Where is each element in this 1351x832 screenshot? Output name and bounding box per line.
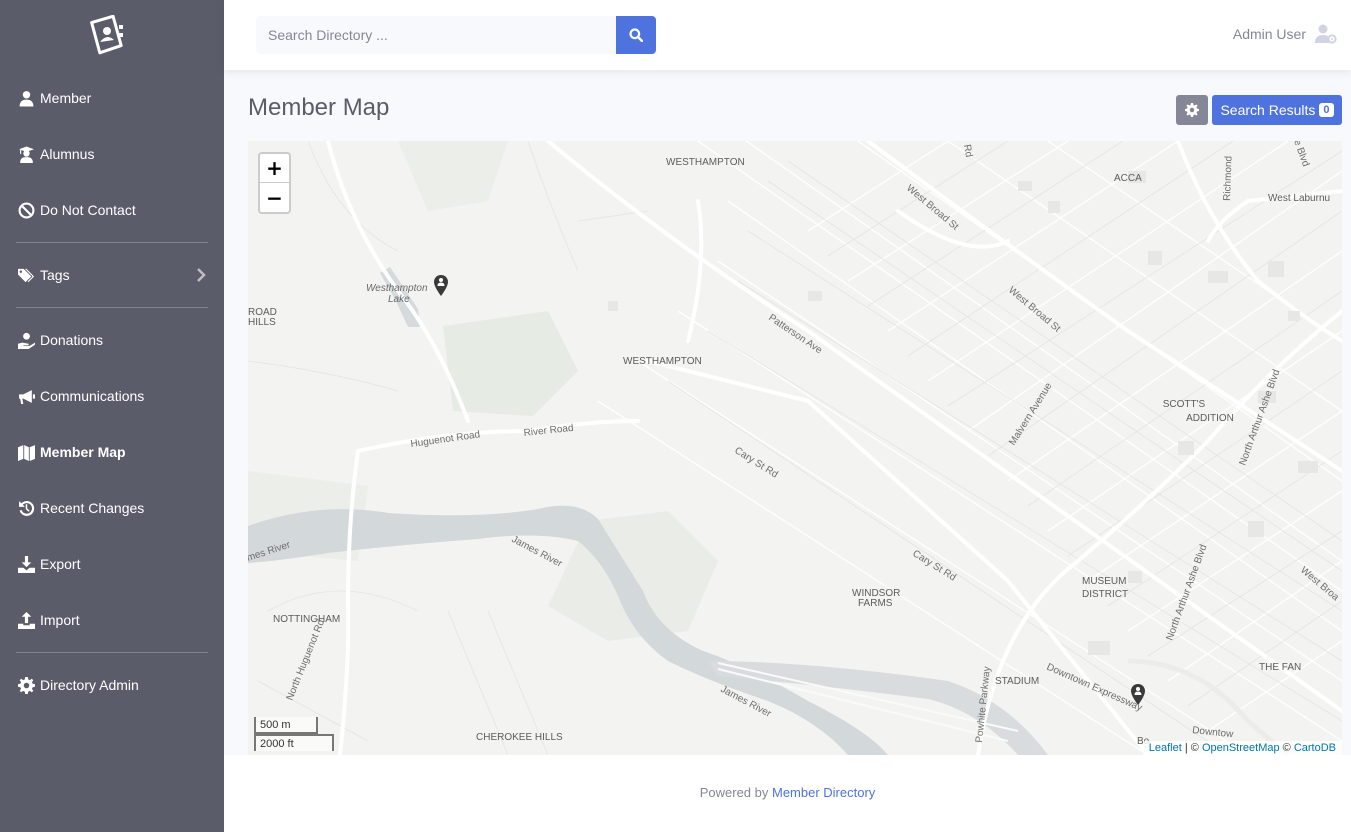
leaflet-link[interactable]: Leaflet xyxy=(1149,742,1182,754)
map-scale: 500 m 2000 ft xyxy=(254,717,334,751)
cog-icon xyxy=(1185,103,1199,117)
sidebar-item-member[interactable]: Member xyxy=(16,83,208,113)
zoom-control: + − xyxy=(258,152,291,214)
map-settings-button[interactable] xyxy=(1176,95,1208,125)
sidebar-item-label: Member Map xyxy=(40,444,126,460)
sidebar-item-export[interactable]: Export xyxy=(16,549,208,579)
sidebar-item-label: Import xyxy=(40,612,80,628)
map-icon xyxy=(16,442,36,462)
sidebar-item-communications[interactable]: Communications xyxy=(16,381,208,411)
search-input[interactable] xyxy=(256,16,616,54)
user-name: Admin User xyxy=(1232,26,1306,42)
attribution-separator: © xyxy=(1279,742,1294,754)
scale-metric: 500 m xyxy=(254,717,318,734)
graduate-icon xyxy=(16,144,36,164)
scale-imperial: 2000 ft xyxy=(254,734,334,751)
map-label: NOTTINGHAM xyxy=(273,614,340,625)
search-results-button[interactable]: Search Results 0 xyxy=(1212,95,1342,125)
attribution-separator: | © xyxy=(1181,742,1202,754)
sidebar-item-label: Export xyxy=(40,556,81,572)
map-label: ACCA xyxy=(1114,173,1142,184)
bullhorn-icon xyxy=(16,386,36,406)
sidebar-item-label: Directory Admin xyxy=(40,677,139,693)
sidebar-item-recent-changes[interactable]: Recent Changes xyxy=(16,493,208,523)
zoom-in-button[interactable]: + xyxy=(260,154,289,183)
sidebar-item-label: Donations xyxy=(40,332,104,348)
sidebar-item-label: Recent Changes xyxy=(40,500,145,516)
map-label: MUSEUM xyxy=(1082,576,1126,587)
history-icon xyxy=(16,498,36,518)
map-label: THE FAN xyxy=(1259,662,1301,673)
address-book-logo-icon[interactable] xyxy=(88,15,126,55)
sidebar-item-label: Alumnus xyxy=(40,146,95,162)
map-attribution: Leaflet | © OpenStreetMap © CartoDB xyxy=(1142,741,1342,755)
footer-prefix: Powered by xyxy=(699,785,772,800)
sidebar-item-import[interactable]: Import xyxy=(16,605,208,635)
sidebar-item-label: Communications xyxy=(40,388,145,404)
cog-icon xyxy=(16,675,36,695)
map-label: HILLS xyxy=(248,317,276,328)
map-label: WESTHAMPTON xyxy=(623,356,702,367)
sidebar-item-label: Tags xyxy=(40,267,70,283)
user-cog-icon xyxy=(1315,24,1337,44)
sidebar-item-alumnus[interactable]: Alumnus xyxy=(16,139,208,169)
tags-icon xyxy=(16,265,36,285)
sidebar-divider xyxy=(16,652,208,653)
upload-icon xyxy=(16,610,36,630)
topbar: Admin User xyxy=(224,0,1351,70)
map-label: Lake xyxy=(388,294,410,305)
download-icon xyxy=(16,554,36,574)
zoom-out-button[interactable]: − xyxy=(260,183,289,212)
ban-icon xyxy=(16,200,36,220)
member-directory-link[interactable]: Member Directory xyxy=(772,785,875,800)
map-label: FARMS xyxy=(858,598,893,609)
map-label: Rd xyxy=(961,144,974,159)
footer: Powered by Member Directory xyxy=(224,755,1351,832)
member-map[interactable]: WESTHAMPTON WESTHAMPTON ACCA SCOTT'S ADD… xyxy=(248,141,1342,755)
map-label: SCOTT'S xyxy=(1163,399,1206,410)
map-marker-icon[interactable] xyxy=(1131,684,1145,706)
search-results-label: Search Results xyxy=(1220,102,1316,118)
user-icon xyxy=(16,88,36,108)
donate-icon xyxy=(16,330,36,350)
map-label: CHEROKEE HILLS xyxy=(476,732,563,743)
search-icon xyxy=(629,28,643,42)
sidebar-item-member-map[interactable]: Member Map xyxy=(16,437,208,467)
map-label: STADIUM xyxy=(995,676,1039,687)
sidebar-item-do-not-contact[interactable]: Do Not Contact xyxy=(16,195,208,225)
map-tiles: WESTHAMPTON WESTHAMPTON ACCA SCOTT'S ADD… xyxy=(248,141,1342,755)
page-title: Member Map xyxy=(248,94,390,121)
sidebar-item-label: Member xyxy=(40,90,92,106)
sidebar: Member Alumnus Do Not Contact Tags Donat… xyxy=(0,0,224,832)
openstreetmap-link[interactable]: OpenStreetMap xyxy=(1202,742,1280,754)
chevron-right-icon xyxy=(197,268,206,282)
sidebar-item-tags[interactable]: Tags xyxy=(16,260,208,290)
sidebar-item-label: Do Not Contact xyxy=(40,202,136,218)
map-label: DISTRICT xyxy=(1082,589,1128,600)
sidebar-divider xyxy=(16,307,208,308)
sidebar-item-donations[interactable]: Donations xyxy=(16,325,208,355)
user-menu[interactable]: Admin User xyxy=(1233,24,1337,44)
map-label: West Laburnu xyxy=(1268,193,1330,204)
search-button[interactable] xyxy=(616,16,656,54)
sidebar-divider xyxy=(16,242,208,243)
map-label: ADDITION xyxy=(1186,413,1234,424)
map-label: Richmond xyxy=(1222,156,1235,201)
footer-text: Powered by Member Directory xyxy=(224,785,1351,800)
sidebar-item-directory-admin[interactable]: Directory Admin xyxy=(16,670,208,700)
search-results-count-badge: 0 xyxy=(1319,103,1334,117)
cartodb-link[interactable]: CartoDB xyxy=(1294,742,1336,754)
map-marker-icon[interactable] xyxy=(434,275,448,297)
map-label: WESTHAMPTON xyxy=(666,157,745,168)
map-label: Westhampton xyxy=(366,283,428,294)
